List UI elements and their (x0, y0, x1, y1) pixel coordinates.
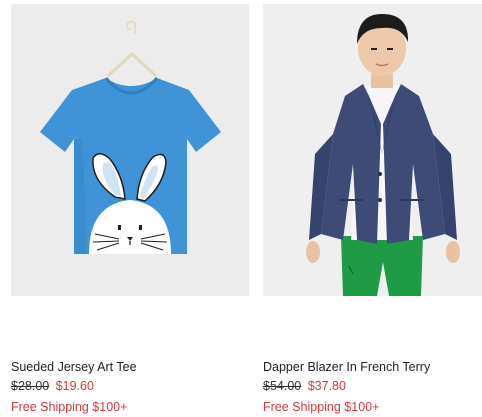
original-price: $28.00 (11, 379, 50, 393)
tee-image-illustration (11, 4, 249, 296)
product-card[interactable]: Sueded Jersey Art Tee $28.00 $19.60 Free… (11, 0, 249, 417)
product-card[interactable]: Dapper Blazer In French Terry $54.00 $37… (263, 0, 482, 417)
price-row: $54.00 $37.80 (263, 378, 346, 394)
shipping-note: Free Shipping $100+ (11, 400, 128, 414)
sale-price: $37.80 (307, 379, 346, 393)
product-image[interactable] (263, 4, 482, 296)
blazer-image-illustration (263, 4, 482, 296)
product-name[interactable]: Sueded Jersey Art Tee (11, 359, 137, 375)
product-image[interactable] (11, 4, 249, 296)
price-row: $28.00 $19.60 (11, 378, 94, 394)
product-name[interactable]: Dapper Blazer In French Terry (263, 359, 430, 375)
shipping-note: Free Shipping $100+ (263, 400, 380, 414)
sale-price: $19.60 (55, 379, 94, 393)
original-price: $54.00 (263, 379, 302, 393)
product-grid: Sueded Jersey Art Tee $28.00 $19.60 Free… (0, 0, 482, 417)
